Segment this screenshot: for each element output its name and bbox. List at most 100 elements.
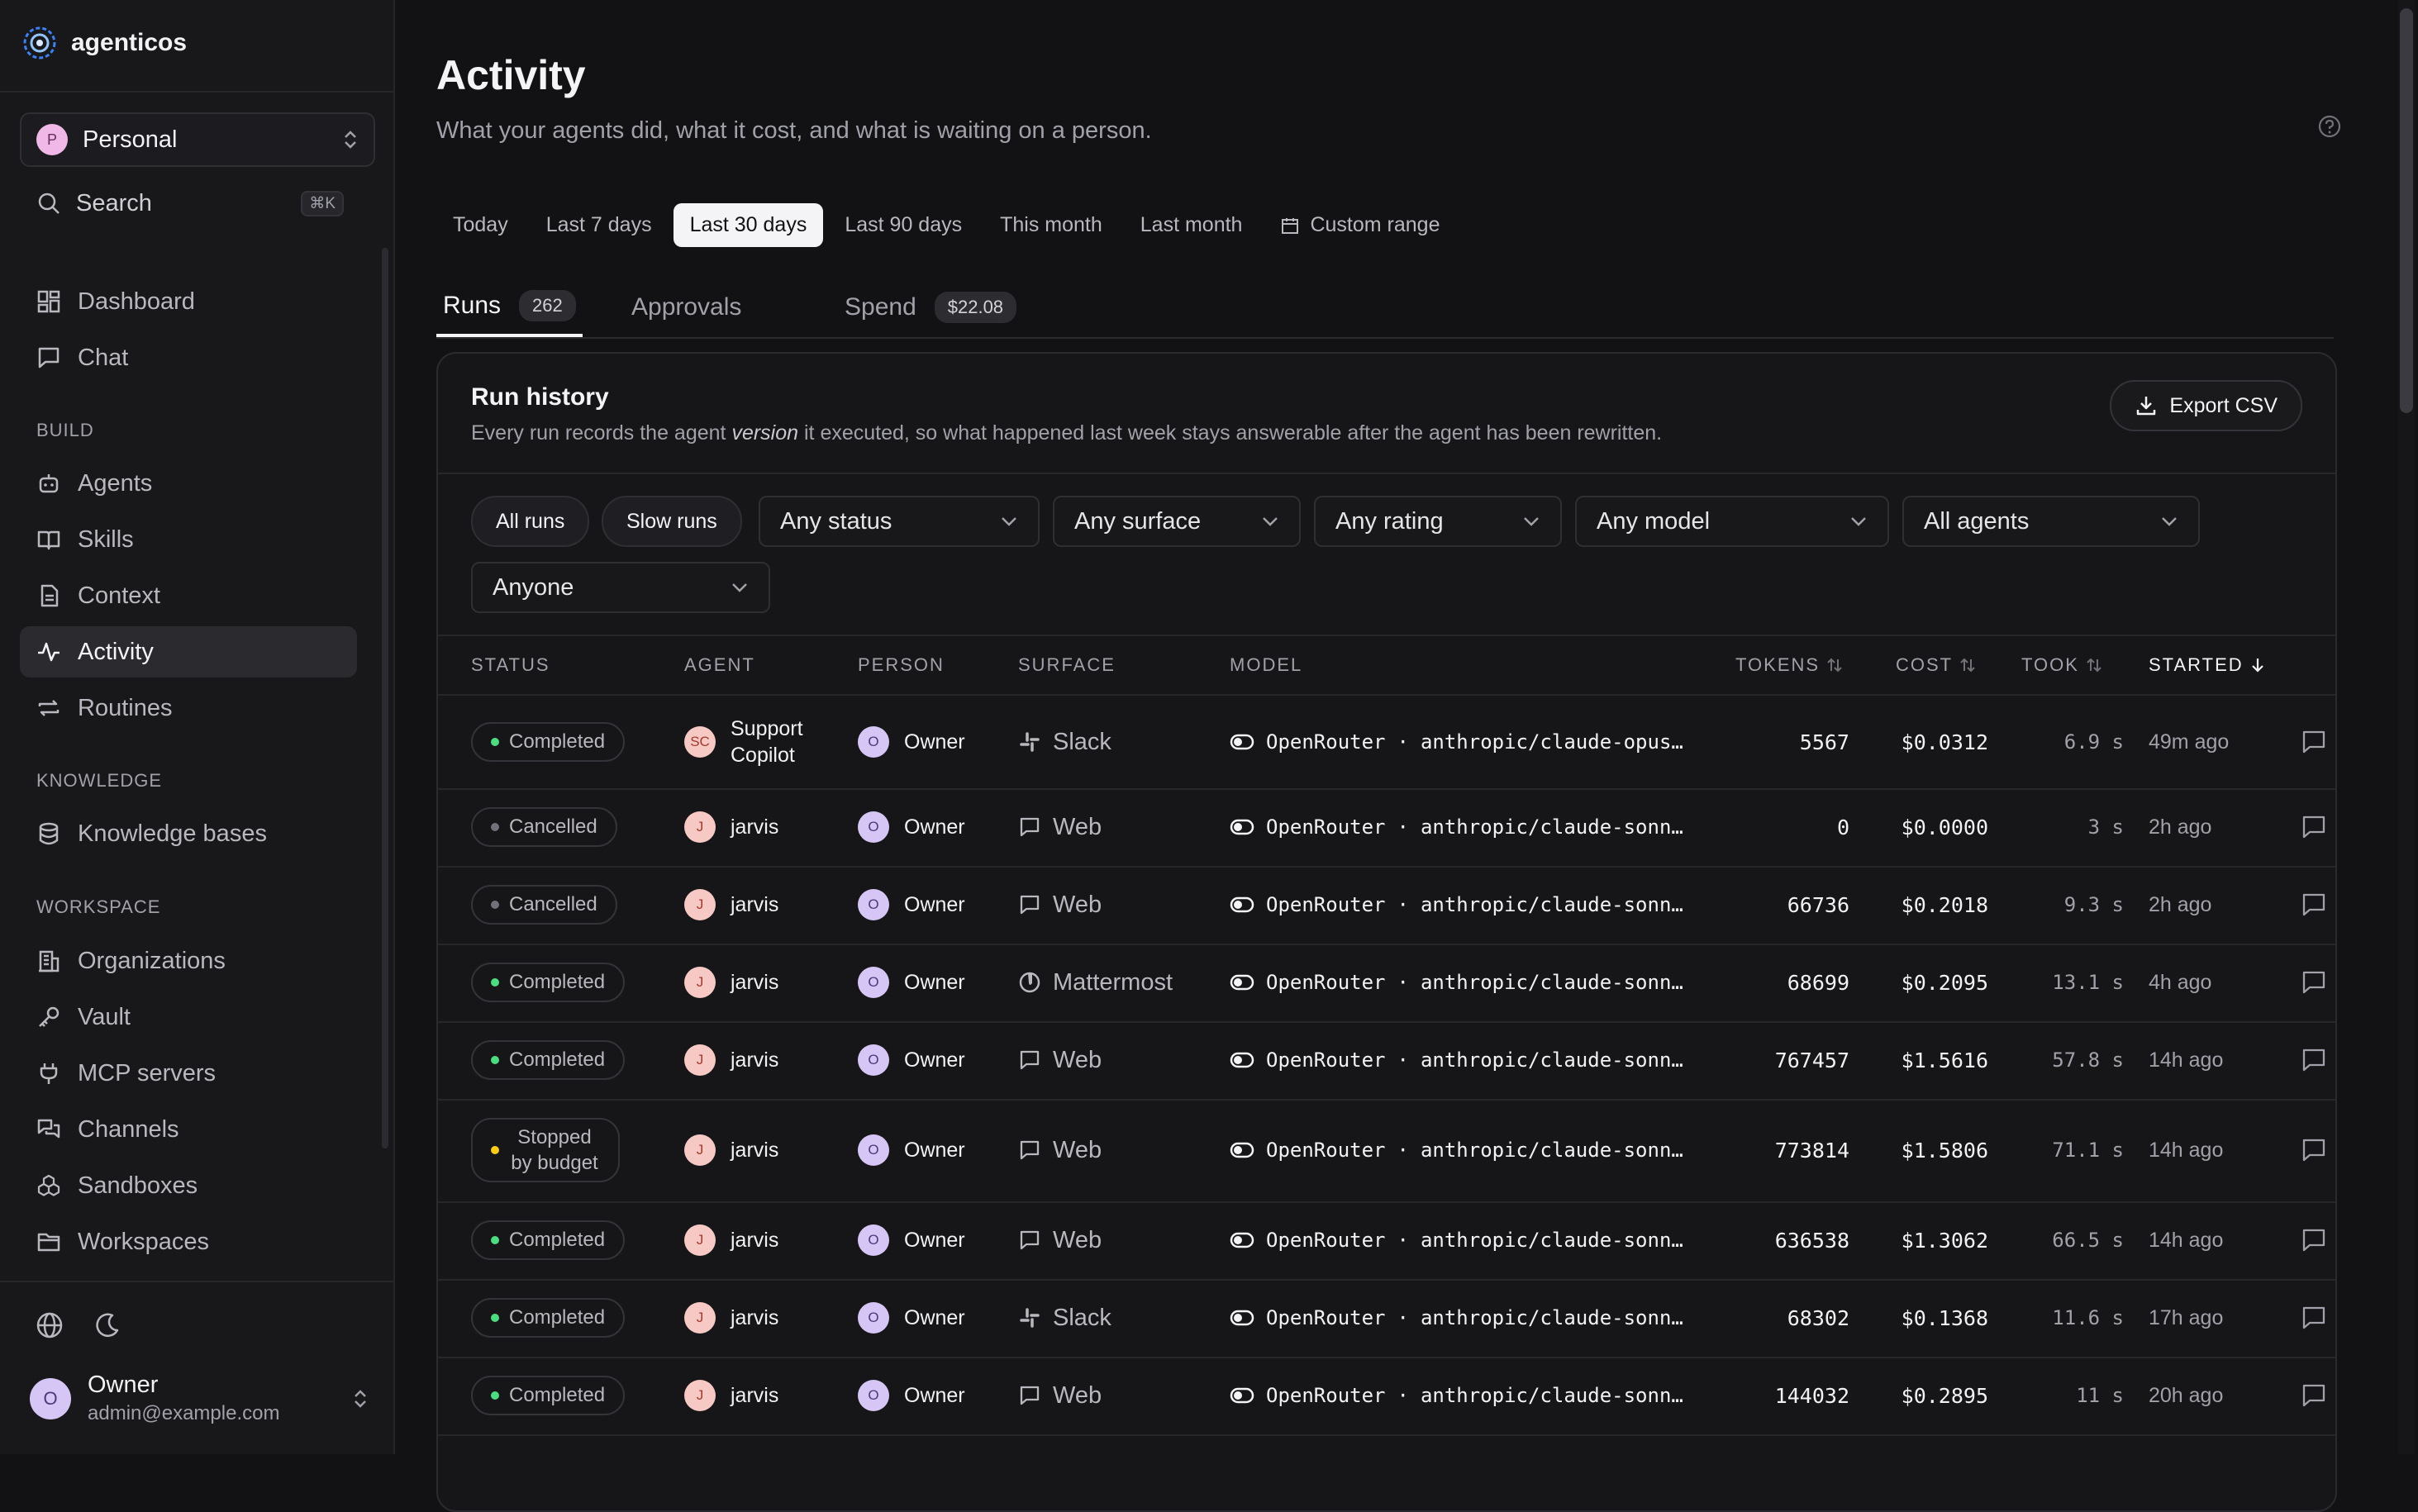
- tab-runs[interactable]: Runs 262: [436, 278, 583, 337]
- search-shortcut: ⌘K: [301, 190, 344, 216]
- feedback-button[interactable]: [2301, 1099, 2327, 1201]
- table-row[interactable]: Completed J jarvis O Owner Web OpenRoute…: [438, 1021, 2335, 1101]
- agent-select[interactable]: All agents: [1902, 496, 2200, 547]
- person-name: Owner: [904, 1383, 965, 1407]
- range-last-month[interactable]: Last month: [1124, 203, 1259, 247]
- user-menu[interactable]: O Owner admin@example.com: [30, 1372, 369, 1425]
- agent-cell: J jarvis: [684, 1201, 850, 1279]
- started-cell: 20h ago: [2149, 1383, 2224, 1407]
- sidebar-item-mcp-servers[interactable]: MCP servers: [20, 1048, 357, 1099]
- tab-spend[interactable]: Spend $22.08: [845, 278, 1017, 337]
- status-select[interactable]: Any status: [759, 496, 1040, 547]
- database-icon: [36, 821, 61, 846]
- model-cell: OpenRouter · anthropic/claude-sonn…: [1230, 1201, 1709, 1279]
- range-custom[interactable]: Custom range: [1264, 203, 1456, 247]
- globe-icon[interactable]: [31, 1307, 68, 1343]
- main-content: Activity What your agents did, what it c…: [395, 0, 2378, 1512]
- tab-approvals[interactable]: Approvals: [631, 278, 741, 337]
- feedback-button[interactable]: [2301, 944, 2327, 1021]
- range-last-7-days[interactable]: Last 7 days: [530, 203, 669, 247]
- sidebar-scrollbar[interactable]: [382, 248, 388, 1148]
- range-this-month[interactable]: This month: [983, 203, 1119, 247]
- sidebar-item-context[interactable]: Context: [20, 570, 357, 621]
- feedback-button[interactable]: [2301, 1021, 2327, 1099]
- cost-cell: $0.1368: [1901, 1305, 1988, 1330]
- table-row[interactable]: Cancelled J jarvis O Owner Web OpenRoute…: [438, 788, 2335, 868]
- table-row[interactable]: Completed J jarvis O Owner Web OpenRoute…: [438, 1201, 2335, 1281]
- column-header-took[interactable]: TOOK: [2021, 654, 2102, 676]
- openrouter-icon: [1230, 973, 1254, 991]
- table-row[interactable]: Completed J jarvis O Owner Slack OpenRou…: [438, 1279, 2335, 1358]
- table-row[interactable]: Completed J jarvis O Owner Web OpenRoute…: [438, 1357, 2335, 1436]
- model-cell: OpenRouter · anthropic/claude-sonn…: [1230, 1357, 1709, 1434]
- sidebar-item-vault[interactable]: Vault: [20, 991, 357, 1043]
- chevron-down-icon: [1849, 516, 1868, 527]
- sidebar-item-chat[interactable]: Chat: [20, 332, 357, 383]
- feedback-button[interactable]: [2301, 1201, 2327, 1279]
- date-range-selector: Today Last 7 days Last 30 days Last 90 d…: [436, 203, 1457, 247]
- sidebar-item-dashboard[interactable]: Dashboard: [20, 276, 357, 327]
- sidebar-item-sandboxes[interactable]: Sandboxes: [20, 1160, 357, 1211]
- divider: [0, 1281, 393, 1282]
- sidebar-item-skills[interactable]: Skills: [20, 514, 357, 565]
- feedback-button[interactable]: [2301, 1357, 2327, 1434]
- sidebar-item-workspaces[interactable]: Workspaces: [20, 1216, 357, 1267]
- status-badge: Completed: [471, 1040, 626, 1080]
- column-header-started[interactable]: STARTED: [2149, 654, 2265, 676]
- brand[interactable]: agenticos: [21, 25, 187, 61]
- page-scrollbar-thumb[interactable]: [2400, 8, 2413, 413]
- table-row[interactable]: Completed SC Support Copilot O Owner Sla…: [438, 696, 2335, 790]
- sidebar-item-channels[interactable]: Channels: [20, 1104, 357, 1155]
- range-last-90-days[interactable]: Last 90 days: [828, 203, 978, 247]
- surface-name: Web: [1053, 1136, 1102, 1163]
- sort-desc-icon: [2250, 656, 2265, 674]
- table-row[interactable]: Cancelled J jarvis O Owner Web OpenRoute…: [438, 866, 2335, 945]
- web-chat-icon: [1018, 1048, 1041, 1072]
- sidebar-item-activity[interactable]: Activity: [20, 626, 357, 678]
- card-desc-emphasis: version: [731, 421, 799, 445]
- feedback-button[interactable]: [2301, 696, 2327, 788]
- table-row[interactable]: Stopped by budget J jarvis O Owner Web O…: [438, 1099, 2335, 1203]
- started-cell: 2h ago: [2149, 815, 2212, 839]
- surface-select[interactable]: Any surface: [1053, 496, 1301, 547]
- divider: [0, 91, 393, 93]
- feedback-button[interactable]: [2301, 788, 2327, 866]
- person-avatar: O: [858, 1134, 889, 1166]
- help-icon[interactable]: [2317, 114, 2342, 139]
- status-text: Completed: [509, 730, 606, 754]
- agent-cell: J jarvis: [684, 1357, 850, 1434]
- table-row[interactable]: Completed J jarvis O Owner Mattermost Op…: [438, 944, 2335, 1023]
- moon-icon[interactable]: [89, 1307, 126, 1343]
- column-header-tokens[interactable]: TOKENS: [1735, 654, 1843, 676]
- sidebar-item-agents[interactable]: Agents: [20, 458, 357, 509]
- sidebar-item-routines[interactable]: Routines: [20, 682, 357, 734]
- app-logo-icon: [21, 25, 58, 61]
- surface-name: Mattermost: [1053, 968, 1173, 996]
- range-last-30-days[interactable]: Last 30 days: [673, 203, 824, 247]
- sidebar-item-organizations[interactable]: Organizations: [20, 935, 357, 987]
- export-csv-button[interactable]: Export CSV: [2110, 380, 2302, 431]
- column-header-cost[interactable]: COST: [1896, 654, 1976, 676]
- key-icon: [36, 1005, 61, 1029]
- chevron-down-icon: [1000, 516, 1018, 527]
- search-button[interactable]: Search ⌘K: [20, 183, 360, 223]
- feedback-button[interactable]: [2301, 1279, 2327, 1357]
- took-cell: 9.3 s: [2063, 893, 2124, 916]
- openrouter-icon: [1230, 1051, 1254, 1069]
- workspace-switcher[interactable]: P Personal: [20, 112, 375, 167]
- model-select[interactable]: Any model: [1575, 496, 1889, 547]
- filter-chip-slow-runs[interactable]: Slow runs: [602, 496, 742, 547]
- filter-chip-all-runs[interactable]: All runs: [471, 496, 590, 547]
- person-select[interactable]: Anyone: [471, 562, 770, 613]
- feedback-button[interactable]: [2301, 866, 2327, 944]
- sidebar-item-knowledge-bases[interactable]: Knowledge bases: [20, 808, 357, 859]
- select-value: Any status: [780, 507, 892, 535]
- model-cell: OpenRouter · anthropic/claude-sonn…: [1230, 1279, 1709, 1357]
- select-value: Anyone: [493, 573, 574, 601]
- sidebar-item-label: MCP servers: [78, 1059, 217, 1086]
- rating-select[interactable]: Any rating: [1314, 496, 1562, 547]
- agent-avatar: J: [684, 1044, 716, 1076]
- range-today[interactable]: Today: [436, 203, 525, 247]
- card-title: Run history: [471, 383, 609, 411]
- status-badge: Stopped by budget: [471, 1117, 620, 1183]
